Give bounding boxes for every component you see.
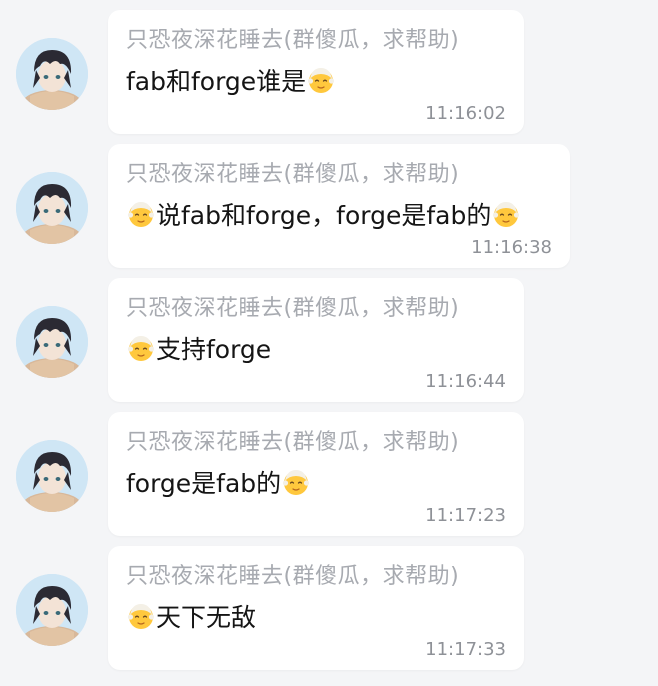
sender-name: 只恐夜深花睡去(群傻瓜，求帮助)	[126, 430, 460, 455]
anime-avatar-icon	[16, 574, 88, 646]
avatar[interactable]	[16, 306, 88, 378]
older-person-emoji-icon	[306, 65, 336, 95]
message-text: 说fab和forge，forge是fab的	[126, 196, 521, 232]
message-bubble[interactable]: 只恐夜深花睡去(群傻瓜，求帮助) forge是fab的 11:17:23	[108, 412, 524, 536]
message-time: 11:16:02	[425, 103, 506, 124]
message-time: 11:17:33	[425, 639, 506, 660]
message-text: fab和forge谁是	[126, 62, 336, 98]
anime-avatar-icon	[16, 38, 88, 110]
message-bubble[interactable]: 只恐夜深花睡去(群傻瓜，求帮助) 说fab和forge，forge是fab的 1…	[108, 144, 570, 268]
sender-name: 只恐夜深花睡去(群傻瓜，求帮助)	[126, 564, 460, 589]
message-time: 11:16:44	[425, 371, 506, 392]
older-person-emoji-icon	[126, 199, 156, 229]
sender-name: 只恐夜深花睡去(群傻瓜，求帮助)	[126, 28, 460, 53]
older-person-emoji-icon	[126, 601, 156, 631]
chat-message: 只恐夜深花睡去(群傻瓜，求帮助) 说fab和forge，forge是fab的 1…	[0, 134, 658, 268]
sender-name: 只恐夜深花睡去(群傻瓜，求帮助)	[126, 296, 460, 321]
message-text-segment: 天下无敌	[156, 603, 257, 632]
chat-message: 只恐夜深花睡去(群傻瓜，求帮助) 天下无敌 11:17:33	[0, 536, 658, 670]
anime-avatar-icon	[16, 440, 88, 512]
chat-message: 只恐夜深花睡去(群傻瓜，求帮助) forge是fab的 11:17:23	[0, 402, 658, 536]
older-person-emoji-icon	[126, 333, 156, 363]
message-text-segment: forge是fab的	[126, 469, 282, 498]
avatar[interactable]	[16, 38, 88, 110]
message-text: 支持forge	[126, 330, 271, 366]
message-time: 11:16:38	[471, 237, 552, 258]
chat-message: 只恐夜深花睡去(群傻瓜，求帮助) fab和forge谁是 11:16:02	[0, 0, 658, 134]
message-text: 天下无敌	[126, 598, 256, 634]
anime-avatar-icon	[16, 306, 88, 378]
older-person-emoji-icon	[491, 199, 521, 229]
message-text-segment: 说fab和forge，forge是fab的	[156, 201, 492, 230]
message-bubble[interactable]: 只恐夜深花睡去(群傻瓜，求帮助) fab和forge谁是 11:16:02	[108, 10, 524, 134]
message-time: 11:17:23	[425, 505, 506, 526]
sender-name: 只恐夜深花睡去(群傻瓜，求帮助)	[126, 162, 460, 187]
message-bubble[interactable]: 只恐夜深花睡去(群傻瓜，求帮助) 支持forge 11:16:44	[108, 278, 524, 402]
message-text-segment: 支持forge	[156, 335, 272, 364]
message-text: forge是fab的	[126, 464, 311, 500]
chat-message: 只恐夜深花睡去(群傻瓜，求帮助) 支持forge 11:16:44	[0, 268, 658, 402]
older-person-emoji-icon	[281, 467, 311, 497]
avatar[interactable]	[16, 172, 88, 244]
anime-avatar-icon	[16, 172, 88, 244]
message-bubble[interactable]: 只恐夜深花睡去(群傻瓜，求帮助) 天下无敌 11:17:33	[108, 546, 524, 670]
avatar[interactable]	[16, 574, 88, 646]
avatar[interactable]	[16, 440, 88, 512]
message-text-segment: fab和forge谁是	[126, 67, 307, 96]
